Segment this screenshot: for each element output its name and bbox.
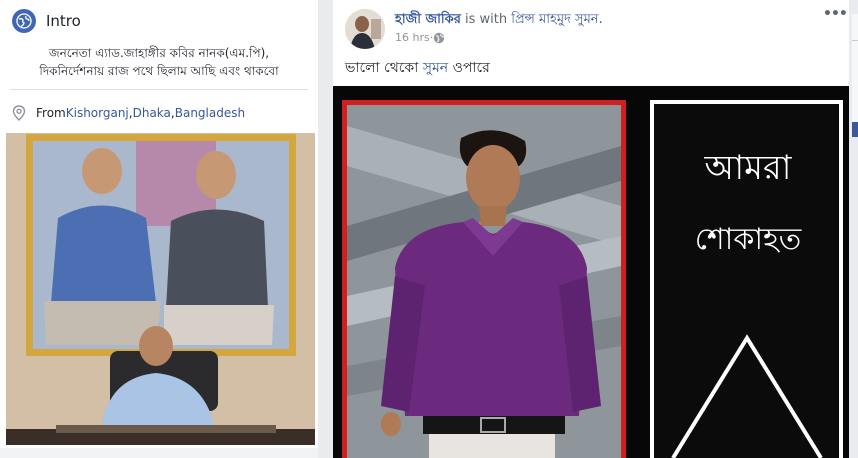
more-options-icon[interactable]: ••• <box>823 6 848 22</box>
author-name[interactable]: হাজী জাকির <box>395 12 461 27</box>
post-card: হাজী জাকির is with প্রিন্স মাহমুদ সুমন. … <box>333 0 849 458</box>
avatar-image <box>345 9 385 49</box>
public-audience-icon[interactable] <box>433 32 445 44</box>
post-text-after: ওপারে <box>448 60 490 76</box>
bio-line-1: জননেতা এ্যাড.জাহাঙ্গীর কবির নানক(এম.পি), <box>48 46 270 60</box>
post-text-link[interactable]: সুমন <box>423 60 448 76</box>
place-link-kishorganj[interactable]: Kishorganj <box>66 106 129 120</box>
right-edge-panel <box>852 14 858 122</box>
from-row: From Kishorganj , Dhaka , Bangladesh <box>12 105 245 121</box>
intro-divider <box>10 89 308 90</box>
intro-header: Intro <box>12 9 81 33</box>
post-image[interactable]: আমরা শোকাহত <box>333 86 849 458</box>
post-meta: 16 hrs · <box>395 31 445 44</box>
banner-text-line2: শোকাহত <box>694 222 802 257</box>
place-link-bangladesh[interactable]: Bangladesh <box>175 106 245 120</box>
is-with-text: is with <box>460 12 512 27</box>
intro-bio: জননেতা এ্যাড.জাহাঙ্গীর কবির নানক(এম.পি),… <box>0 44 318 80</box>
post-message: ভালো থেকো সুমন ওপারে <box>345 56 490 80</box>
banner-text-line1: আমরা <box>704 148 792 188</box>
author-avatar[interactable] <box>345 9 385 49</box>
memorial-image <box>333 86 849 458</box>
right-edge-blue-tab[interactable] <box>852 122 858 137</box>
featured-photo-image <box>6 133 315 445</box>
location-pin-icon <box>12 105 26 121</box>
from-label: From <box>36 106 66 120</box>
intro-title: Intro <box>46 12 81 30</box>
globe-icon <box>12 9 36 33</box>
post-timestamp[interactable]: 16 hrs <box>395 31 430 44</box>
post-header-line: হাজী জাকির is with প্রিন্স মাহমুদ সুমন. <box>395 10 603 31</box>
featured-photo[interactable] <box>6 133 315 445</box>
tagged-person-link[interactable]: প্রিন্স মাহমুদ সুমন. <box>511 12 602 27</box>
post-text-before: ভালো থেকো <box>345 60 423 76</box>
intro-card: Intro জননেতা এ্যাড.জাহাঙ্গীর কবির নানক(এ… <box>0 0 318 458</box>
place-link-dhaka[interactable]: Dhaka <box>133 106 171 120</box>
bio-line-2: দিকনির্দেশনায় রাজ পথে ছিলাম আছি এবং থাক… <box>39 64 279 78</box>
right-edge-divider <box>852 40 858 41</box>
intro-bottom-bar <box>0 448 318 458</box>
